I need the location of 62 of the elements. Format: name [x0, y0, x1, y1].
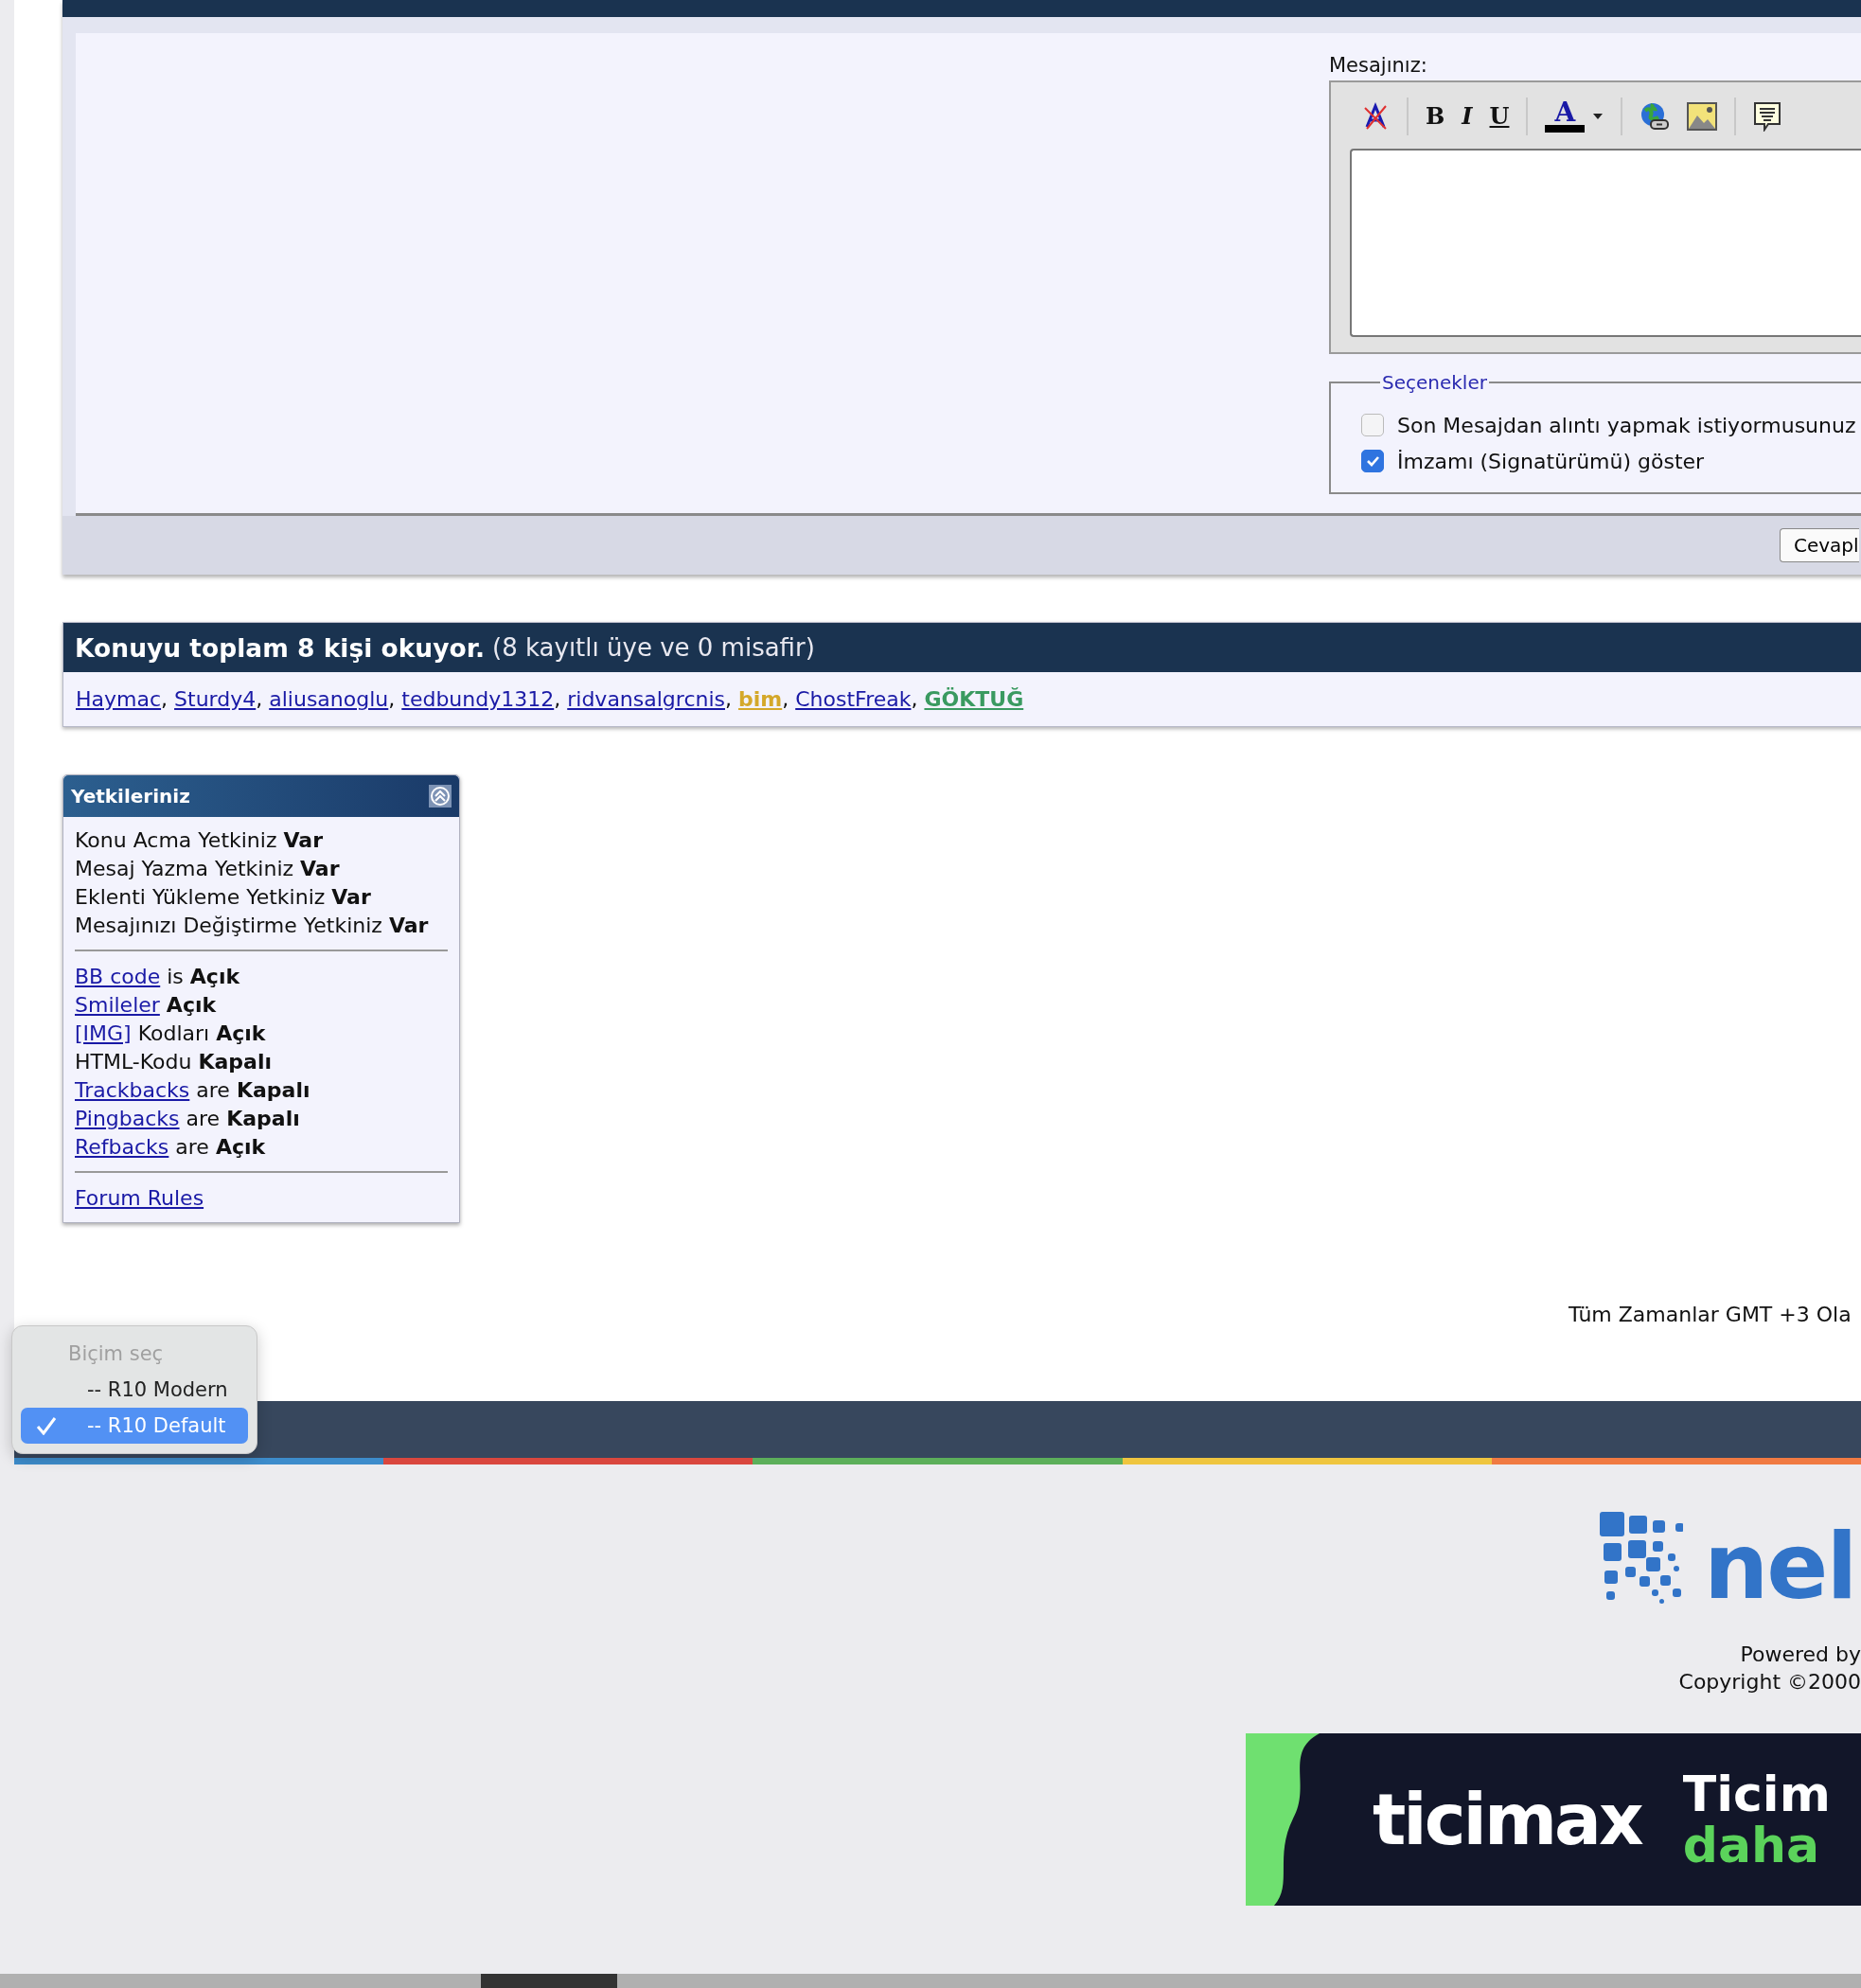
menu-option[interactable]: -- R10 Modern — [21, 1372, 248, 1408]
rules-link[interactable]: Forum Rules — [75, 1184, 204, 1213]
box-title: Yetkileriniz — [71, 785, 190, 808]
help-link[interactable]: Smileler — [75, 993, 160, 1017]
underline-button[interactable]: U — [1489, 102, 1510, 131]
timezone-note: Tüm Zamanlar GMT +3 Ola — [1568, 1303, 1852, 1326]
permission-line: Smileler Açık — [75, 992, 217, 1019]
quote-icon[interactable] — [1753, 101, 1782, 132]
comma-separator: , — [256, 687, 263, 711]
permission-line: Eklenti Yükleme Yetkiniz Var — [75, 884, 371, 911]
checkbox[interactable] — [1361, 414, 1384, 436]
permission-line: HTML-Kodu Kapalı — [75, 1049, 273, 1075]
menu-heading: Biçim seç — [67, 1341, 165, 1367]
permission-line: Konu Acma Yetkiniz Var — [75, 827, 323, 854]
permission-line: [IMG] Kodları Açık — [75, 1021, 266, 1047]
comma-separator: , — [725, 687, 732, 711]
username-link[interactable]: ridvansalgrcnis — [567, 687, 725, 711]
checkbox-label: Son Mesajdan alıntı yapmak istiyormusunuz — [1397, 413, 1856, 437]
comma-separator: , — [161, 687, 168, 711]
comma-separator: , — [388, 687, 396, 711]
comma-separator: , — [554, 687, 561, 711]
checkbox-label: İmzamı (Signatürümü) göster — [1397, 449, 1705, 473]
italic-button[interactable]: I — [1462, 102, 1473, 131]
clear-format-icon[interactable] — [1361, 102, 1390, 131]
help-link[interactable]: Pingbacks — [75, 1107, 180, 1130]
username-link[interactable]: tedbundy1312 — [401, 687, 555, 711]
field-label: Mesajınız: — [1329, 54, 1428, 77]
banner-headline: Ticim — [1682, 1768, 1831, 1819]
help-link[interactable]: BB code — [75, 965, 161, 988]
permission-line: Pingbacks are Kapalı — [75, 1106, 300, 1132]
caret-icon[interactable] — [1592, 113, 1604, 120]
image-icon[interactable] — [1687, 102, 1718, 131]
banner-tagline: daha — [1682, 1819, 1821, 1871]
permission-line: Trackbacks are Kapalı — [75, 1077, 310, 1104]
comma-separator: , — [911, 687, 918, 711]
help-link[interactable]: Trackbacks — [75, 1078, 190, 1102]
globe-link-icon[interactable] — [1639, 101, 1671, 132]
comma-separator: , — [782, 687, 789, 711]
permission-line: BB code is Açık — [75, 964, 240, 990]
username-link[interactable]: ChostFreak — [795, 687, 912, 711]
username-link[interactable]: aliusanoglu — [269, 687, 389, 711]
help-link[interactable]: [IMG] — [75, 1021, 132, 1045]
options-legend: Seçenekler — [1380, 371, 1489, 394]
permission-line: Mesaj Yazma Yetkiniz Var — [75, 856, 340, 882]
username-link[interactable]: Haymac — [76, 687, 162, 711]
permission-line: Refbacks are Açık — [75, 1134, 266, 1161]
text-color-button[interactable]: A — [1545, 100, 1604, 133]
reply-button[interactable]: Cevapl — [1780, 528, 1859, 562]
help-link[interactable]: Refbacks — [75, 1135, 169, 1159]
logo-wordmark: nel — [1704, 1529, 1856, 1605]
pixel-squares-logo-icon[interactable] — [1600, 1512, 1683, 1605]
permission-line: Mesajınızı Değiştirme Yetkiniz Var — [75, 913, 429, 939]
checkmark-icon[interactable] — [36, 1416, 57, 1435]
copyright-text: Copyright ©2000 — [1678, 1670, 1861, 1694]
banner-brand: ticimax — [1373, 1779, 1641, 1860]
bold-button[interactable]: B — [1426, 102, 1445, 131]
panel-title: Konuyu toplam 8 kişi okuyor. — [75, 632, 485, 663]
message-input[interactable] — [1350, 149, 1861, 337]
collapse-icon[interactable] — [429, 785, 452, 808]
username-link[interactable]: Sturdy4 — [174, 687, 257, 711]
panel-subtitle: (8 kayıtlı üye ve 0 misafir) — [492, 633, 815, 662]
powered-by-text: Powered by — [1740, 1642, 1861, 1666]
